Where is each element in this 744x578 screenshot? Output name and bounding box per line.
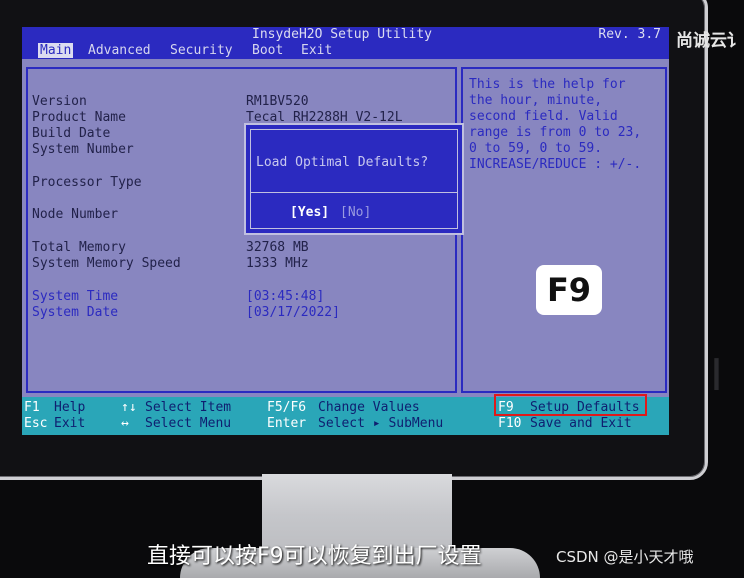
key-enter: Enter [267,416,307,431]
dialog-yes-button[interactable]: [Yes] [290,205,329,220]
label-product-name: Product Name [32,110,126,125]
key-esc: Esc [24,416,48,431]
bios-revision: Rev. 3.7 [598,27,661,42]
key-enter-desc: Select ▸ SubMenu [318,416,444,431]
key-f10: F10 [498,416,522,431]
value-version: RM1BV520 [246,94,309,109]
label-version: Version [32,94,87,109]
menu-exit[interactable]: Exit [299,43,334,58]
label-build-date: Build Date [32,126,111,141]
label-system-number: System Number [32,142,134,157]
value-total-memory: 32768 MB [246,240,309,255]
menu-security[interactable]: Security [168,43,235,58]
key-esc-desc: Exit [54,416,86,431]
dialog-prompt: Load Optimal Defaults? [256,155,429,170]
key-left-right-desc: Select Menu [145,416,232,431]
label-memory-speed: System Memory Speed [32,256,181,271]
value-memory-speed: 1333 MHz [246,256,309,271]
label-total-memory: Total Memory [32,240,126,255]
key-up-down: ↑↓ [121,400,137,415]
label-system-date[interactable]: System Date [32,305,118,320]
dialog-no-button[interactable]: [No] [340,205,371,220]
f9-highlight-box [494,394,647,416]
help-panel: This is the help for the hour, minute, s… [461,67,667,393]
bios-title-bar: InsydeH2O Setup Utility Rev. 3.7 [22,27,669,43]
label-processor-type: Processor Type [32,175,142,190]
key-f5-f6-desc: Change Values [318,400,420,415]
key-f5-f6: F5/F6 [267,400,307,415]
label-system-time[interactable]: System Time [32,289,118,304]
bios-menu-bar: Main Advanced Security Boot Exit [22,43,669,59]
key-left-right: ↔ [121,416,129,431]
csdn-watermark: CSDN @是小天才哦 [556,548,694,566]
menu-main[interactable]: Main [38,43,74,58]
value-system-date[interactable]: [03/17/2022] [246,305,340,320]
key-f10-desc: Save and Exit [530,416,632,431]
bios-title: InsydeH2O Setup Utility [252,27,433,42]
value-system-time[interactable]: [03:45:48] [246,289,324,304]
bios-screen: InsydeH2O Setup Utility Rev. 3.7 Main Ad… [22,27,669,435]
side-watermark-label: 尚诚云讠 [676,31,744,51]
side-glyph: I [710,350,723,401]
video-subtitle: 直接可以按F9可以恢复到出厂设置 [147,544,482,569]
help-text: This is the help for the hour, minute, s… [469,77,642,172]
f9-key-badge: F9 [536,265,602,315]
menu-advanced[interactable]: Advanced [86,43,153,58]
label-node-number: Node Number [32,207,119,222]
key-f1-desc: Help [54,400,86,415]
dialog-separator [250,192,458,193]
menu-boot[interactable]: Boot [250,43,285,58]
load-defaults-dialog: Load Optimal Defaults? [Yes] [No] [244,123,464,235]
key-up-down-desc: Select Item [145,400,232,415]
key-f1: F1 [24,400,40,415]
